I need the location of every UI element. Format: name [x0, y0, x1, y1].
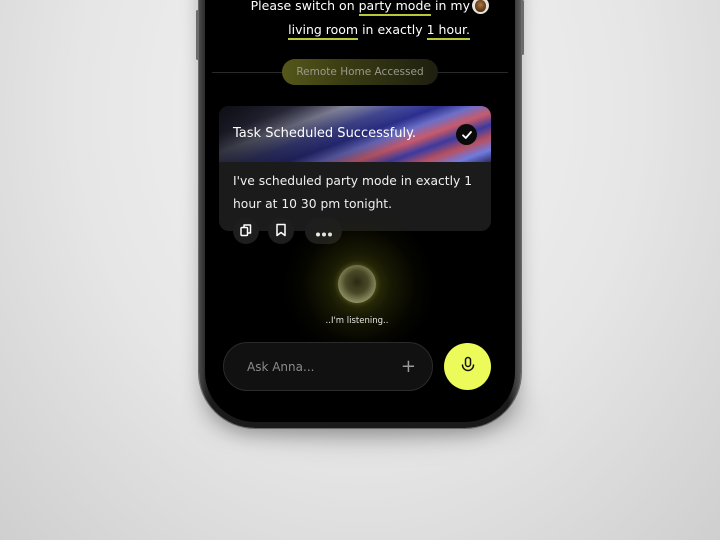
highlight-1-hour: 1 hour.: [426, 22, 470, 40]
microphone-icon: [460, 356, 476, 378]
ask-input[interactable]: [245, 358, 389, 375]
avatar-face: [475, 0, 486, 12]
user-message-line-2: living room in exactly 1 hour.: [220, 19, 470, 41]
app-screen: Please switch on party mode in my living…: [205, 0, 515, 422]
highlight-living-room: living room: [288, 22, 359, 40]
copy-icon: [239, 222, 253, 241]
side-button-left: [196, 10, 199, 60]
check-icon: [456, 124, 477, 145]
user-message-line-1: Please switch on party mode in my: [220, 0, 470, 17]
status-pill: Remote Home Accessed: [282, 59, 438, 85]
highlight-party-mode: party mode: [358, 0, 432, 16]
listening-status: ..I'm listening..: [325, 316, 389, 326]
task-card-banner: Task Scheduled Successfuly.: [219, 106, 491, 162]
copy-button[interactable]: [233, 218, 259, 244]
user-message: Please switch on party mode in my living…: [220, 0, 470, 41]
microphone-button[interactable]: [444, 343, 491, 390]
user-avatar-icon[interactable]: [472, 0, 489, 14]
task-card-title: Task Scheduled Successfuly.: [233, 126, 417, 141]
ask-input-box: +: [223, 342, 433, 391]
bookmark-icon: [275, 222, 287, 241]
add-button[interactable]: +: [401, 357, 416, 376]
side-button-right: [521, 0, 524, 55]
phone-frame: Please switch on party mode in my living…: [196, 0, 524, 428]
bookmark-button[interactable]: [268, 218, 294, 244]
voice-orb-icon[interactable]: [338, 265, 376, 303]
